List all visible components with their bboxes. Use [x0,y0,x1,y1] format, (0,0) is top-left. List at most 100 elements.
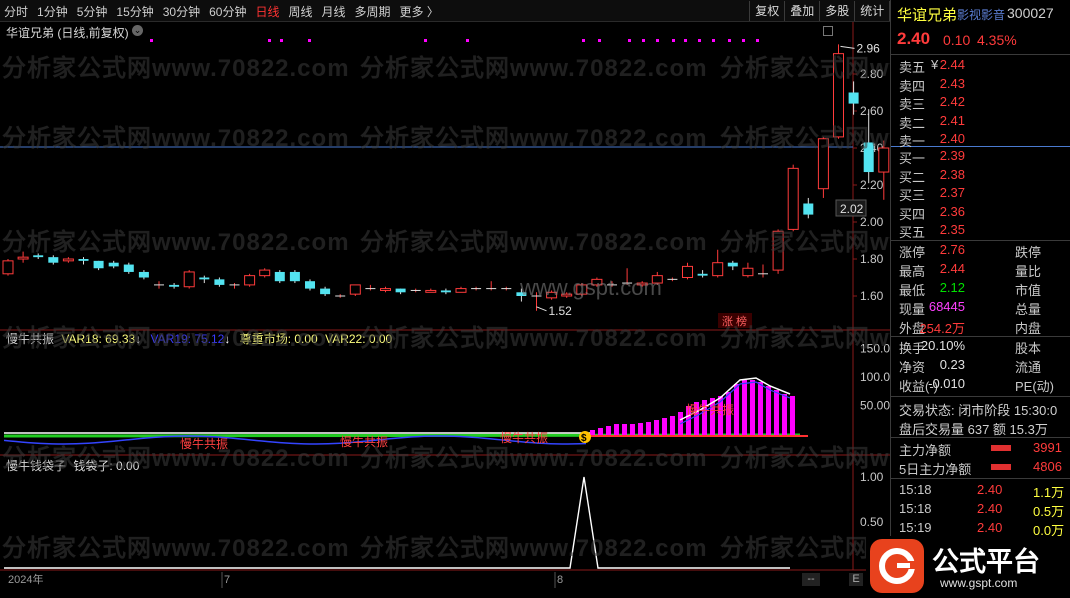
stock-name: 华谊兄弟 [897,7,958,24]
candlestick[interactable] [2,259,14,276]
candlestick[interactable] [365,284,376,291]
period-tab-10[interactable]: 更多 〉 [400,3,439,20]
current-price-tag: 2.02 [840,202,864,216]
signal-dot [466,39,469,42]
candlestick[interactable] [78,257,89,265]
ask-label: 卖四 [899,78,926,94]
tick-row: 15:18 2.40 1.1万 [891,482,1070,501]
candlestick[interactable] [214,277,225,287]
candlestick[interactable] [682,262,693,280]
period-tab-9[interactable]: 多周期 [355,3,391,20]
period-tab-2[interactable]: 5分钟 [77,3,108,20]
candlestick[interactable] [108,260,119,269]
candlestick[interactable] [591,277,603,287]
candlestick[interactable] [305,279,315,291]
candlestick[interactable] [455,286,467,293]
period-tab-5[interactable]: 60分钟 [209,3,246,20]
toolbar-button-1[interactable]: 叠加 [784,1,819,21]
candlestick[interactable] [667,277,678,282]
candlestick[interactable] [274,270,285,284]
candlestick[interactable] [848,81,859,115]
candlestick[interactable] [787,164,799,232]
candlestick[interactable] [833,44,844,139]
period-tab-3[interactable]: 15分钟 [116,3,153,20]
candlestick[interactable] [259,268,271,278]
candlestick[interactable] [123,262,134,274]
ask-currency: ¥ [931,57,939,72]
candlestick[interactable] [516,288,527,302]
period-tab-4[interactable]: 30分钟 [163,3,200,20]
indicator1-title: 慢牛共振 VAR18: 69.33↓ VAR19: 75.12↓ 尊重市场: 0… [6,332,393,346]
candlestick[interactable] [380,286,391,293]
candlestick[interactable] [93,260,104,271]
period-tab-0[interactable]: 分时 [4,3,28,20]
signal-dot [728,39,731,42]
kline-chart-svg[interactable]: 2.802.602.402.202.001.801.602.022.961.52… [0,22,890,598]
candlestick[interactable] [349,284,361,296]
period-tab-1[interactable]: 1分钟 [37,3,68,20]
toolbar-button-0[interactable]: 复权 [749,1,784,21]
candlestick[interactable] [229,283,240,289]
ask-row: 卖四 2.43 [891,76,1070,95]
ask-price: 2.41 [939,112,965,128]
candlestick[interactable] [651,271,663,285]
candlestick[interactable] [803,197,814,219]
candlestick[interactable] [395,288,406,295]
last-price: 2.40 [897,29,931,48]
candlestick[interactable] [501,286,512,291]
candlestick[interactable] [199,275,210,284]
candlestick[interactable] [742,262,754,278]
chart-settings-icon[interactable]: ⌄ [132,25,143,36]
candlestick[interactable] [697,270,708,278]
candlestick[interactable] [576,283,588,296]
candlestick[interactable] [169,283,180,289]
candlestick[interactable] [335,294,346,298]
ind1-axis-label: 150.00 [860,342,890,356]
candlestick[interactable] [289,270,300,284]
zoom-button[interactable]: -- [802,573,820,586]
candlestick[interactable] [138,270,149,280]
candlestick[interactable] [758,264,768,278]
candlestick[interactable] [622,268,633,285]
toolbar-button-2[interactable]: 多股 [819,1,854,21]
manniu-signal-label: 慢牛共振 [340,434,388,449]
candlestick[interactable] [712,249,724,278]
period-tab-8[interactable]: 月线 [322,3,346,20]
candlestick[interactable] [727,260,738,271]
maximize-icon[interactable] [823,26,833,36]
price-axis-label: 2.00 [860,215,884,229]
candlestick[interactable] [471,286,482,291]
ind1-bar [598,428,603,436]
candlestick[interactable] [636,281,648,287]
candlestick[interactable] [546,290,558,300]
period-tab-6[interactable]: 日线 [255,3,279,20]
axis-button[interactable]: E [849,573,863,586]
candlestick[interactable] [183,270,195,289]
candlestick[interactable] [62,257,74,263]
toolbar-button-3[interactable]: 统计 [854,1,889,21]
ind1-bar [662,418,667,436]
candlestick[interactable] [410,288,421,293]
candlestick[interactable] [607,281,617,287]
candlestick[interactable] [17,251,29,263]
candlestick[interactable] [772,229,784,274]
candlestick[interactable] [440,288,451,295]
candlestick[interactable] [561,292,573,298]
candlestick[interactable] [33,253,44,259]
candlestick[interactable] [425,288,437,293]
flow-row: 主力净额 3991 [891,440,1070,459]
candlestick[interactable] [863,109,874,184]
ind1-bar [742,380,747,436]
candlestick[interactable] [244,273,256,287]
kline-chart-area[interactable]: 2.802.602.402.202.001.801.602.022.961.52… [0,22,890,598]
bid-label: 买四 [899,206,926,222]
ind1-bar [670,416,675,436]
candlestick[interactable] [154,281,164,289]
candlestick[interactable] [486,281,497,291]
tick-volume: 1.1万 [1033,485,1065,500]
candlestick[interactable] [48,255,59,265]
bid-price: 2.38 [939,166,965,182]
candlestick[interactable] [320,286,331,296]
candlestick[interactable] [817,136,829,198]
period-tab-7[interactable]: 周线 [288,3,312,20]
